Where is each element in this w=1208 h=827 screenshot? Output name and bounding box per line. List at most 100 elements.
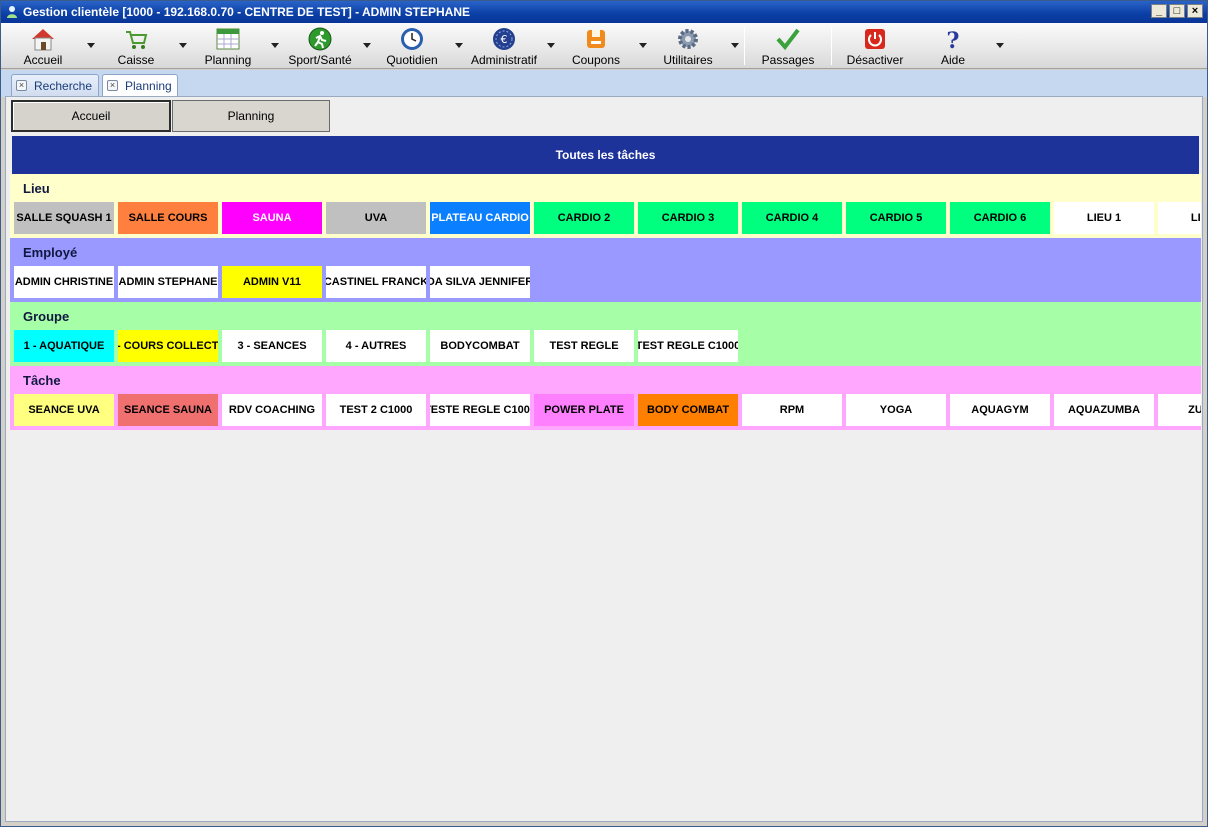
category-button[interactable]: CARDIO 6 <box>950 202 1050 234</box>
maximize-button[interactable]: □ <box>1169 4 1185 18</box>
clock-icon <box>401 28 423 50</box>
category-button[interactable]: PLATEAU CARDIO <box>430 202 530 234</box>
category-button[interactable]: ZUMBA <box>1158 394 1201 426</box>
toolbar-label: Accueil <box>23 53 63 67</box>
category-button[interactable]: DA SILVA JENNIFER <box>430 266 530 298</box>
title-bar[interactable]: Gestion clientèle [1000 - 192.168.0.70 -… <box>1 1 1207 23</box>
category-button[interactable]: SAUNA <box>222 202 322 234</box>
category-button[interactable]: BODY COMBAT <box>638 394 738 426</box>
document-tabstrip: × Recherche × Planning <box>1 70 1207 98</box>
category-button[interactable]: CASTINEL FRANCK <box>326 266 426 298</box>
administratif-dropdown-arrow[interactable] <box>547 43 555 48</box>
category-button[interactable]: BODYCOMBAT <box>430 330 530 362</box>
power-icon <box>865 29 885 49</box>
minimize-button[interactable]: _ <box>1151 4 1167 18</box>
section-lieu: Lieu SALLE SQUASH 1 SALLE COURS SAUNA UVA PLA… <box>10 174 1201 238</box>
accueil-dropdown-arrow[interactable] <box>87 43 95 48</box>
toolbar-coupons-button[interactable]: Coupons <box>555 23 637 69</box>
category-button[interactable]: POWER PLATE <box>534 394 634 426</box>
category-button[interactable]: 3 - SEANCES <box>222 330 322 362</box>
category-button[interactable]: TEST 2 C1000 <box>326 394 426 426</box>
tab-recherche[interactable]: × Recherche <box>11 74 99 97</box>
utilitaires-dropdown-arrow[interactable] <box>731 43 739 48</box>
toolbar-passages-button[interactable]: Passages <box>747 23 829 69</box>
toolbar-sport-sante-button[interactable]: Sport/Santé <box>279 23 361 69</box>
aide-dropdown-arrow[interactable] <box>996 43 1004 48</box>
category-button[interactable]: YOGA <box>846 394 946 426</box>
toolbar-label: Utilitaires <box>663 53 713 67</box>
category-button[interactable]: 1 - AQUATIQUE <box>14 330 114 362</box>
category-button[interactable]: SEANCE SAUNA <box>118 394 218 426</box>
tab-close-icon[interactable]: × <box>16 80 27 91</box>
section-employe: Employé ADMIN CHRISTINE ADMIN STEPHANE ADMI… <box>10 238 1201 302</box>
toolbar-accueil-button[interactable]: Accueil <box>1 23 85 69</box>
runner-icon <box>308 27 332 51</box>
category-button[interactable]: TEST REGLE <box>534 330 634 362</box>
all-tasks-banner[interactable]: Toutes les tâches <box>12 136 1199 174</box>
category-button[interactable]: AQUAGYM <box>950 394 1050 426</box>
category-button[interactable]: 4 - AUTRES <box>326 330 426 362</box>
cart-icon <box>126 31 148 49</box>
toolbar-label: Aide <box>940 53 966 67</box>
tab-planning[interactable]: × Planning <box>102 74 178 98</box>
toolbar-quotidien-button[interactable]: Quotidien <box>371 23 453 69</box>
toolbar-caisse-button[interactable]: Caisse <box>95 23 177 69</box>
tab-label: Recherche <box>34 79 93 93</box>
calendar-icon <box>216 28 240 50</box>
category-button[interactable]: RPM <box>742 394 842 426</box>
coupon-icon <box>587 30 605 48</box>
category-button[interactable]: LIEU 2 <box>1158 202 1201 234</box>
sport-sante-dropdown-arrow[interactable] <box>363 43 371 48</box>
main-toolbar: Accueil Caisse Planning Sport/Santé Quot… <box>1 23 1207 69</box>
window-title: Gestion clientèle [1000 - 192.168.0.70 -… <box>23 5 471 19</box>
section-title: Employé <box>23 245 78 260</box>
category-button[interactable]: CARDIO 3 <box>638 202 738 234</box>
section-title: Lieu <box>23 181 50 196</box>
category-button[interactable]: CARDIO 2 <box>534 202 634 234</box>
quotidien-dropdown-arrow[interactable] <box>455 43 463 48</box>
app-window: Gestion clientèle [1000 - 192.168.0.70 -… <box>0 0 1208 827</box>
section-groupe: Groupe 1 - AQUATIQUE2 - COURS COLLECTIF3 … <box>10 302 1201 366</box>
toolbar-planning-button[interactable]: Planning <box>187 23 269 69</box>
category-button[interactable]: TEST REGLE C1000 <box>638 330 738 362</box>
coupons-dropdown-arrow[interactable] <box>639 43 647 48</box>
category-button[interactable]: LIEU 1 <box>1054 202 1154 234</box>
checkmark-icon <box>776 28 800 51</box>
category-button[interactable]: 2 - COURS COLLECTIF <box>118 330 218 362</box>
category-button[interactable]: ADMIN V11 <box>222 266 322 298</box>
toolbar-label: Caisse <box>117 53 155 67</box>
category-button[interactable]: TESTE REGLE C1000 <box>430 394 530 426</box>
toolbar-aide-button[interactable]: ? Aide <box>915 23 991 69</box>
caisse-dropdown-arrow[interactable] <box>179 43 187 48</box>
toolbar-label: Passages <box>761 53 815 67</box>
category-button[interactable]: CARDIO 4 <box>742 202 842 234</box>
svg-text:€: € <box>501 33 508 46</box>
planning-dropdown-arrow[interactable] <box>271 43 279 48</box>
category-button[interactable]: ADMIN STEPHANE <box>118 266 218 298</box>
toolbar-desactiver-button[interactable]: Désactiver <box>835 23 915 69</box>
category-button[interactable]: SEANCE UVA <box>14 394 114 426</box>
subtab-accueil[interactable]: Accueil <box>11 100 171 132</box>
category-button[interactable]: CARDIO 5 <box>846 202 946 234</box>
gear-icon <box>678 29 698 49</box>
toolbar-label: Planning <box>204 53 252 67</box>
category-button[interactable]: RDV COACHING <box>222 394 322 426</box>
toolbar-label: Sport/Santé <box>288 53 352 67</box>
euro-icon: € <box>493 28 515 50</box>
toolbar-label: Administratif <box>470 53 538 67</box>
category-button[interactable]: SALLE COURS <box>118 202 218 234</box>
subtab-planning[interactable]: Planning <box>172 100 330 132</box>
category-button[interactable]: ADMIN CHRISTINE <box>14 266 114 298</box>
toolbar-label: Désactiver <box>846 53 904 67</box>
toolbar-administratif-button[interactable]: € Administratif <box>463 23 545 69</box>
toolbar-label: Coupons <box>571 53 621 67</box>
svg-text:?: ? <box>947 28 960 51</box>
category-button[interactable]: UVA <box>326 202 426 234</box>
tab-close-icon[interactable]: × <box>107 80 118 91</box>
toolbar-separator <box>744 27 745 65</box>
category-button[interactable]: AQUAZUMBA <box>1054 394 1154 426</box>
app-person-icon <box>7 6 17 18</box>
category-button[interactable]: SALLE SQUASH 1 <box>14 202 114 234</box>
close-button[interactable]: × <box>1187 4 1203 18</box>
toolbar-utilitaires-button[interactable]: Utilitaires <box>647 23 729 69</box>
